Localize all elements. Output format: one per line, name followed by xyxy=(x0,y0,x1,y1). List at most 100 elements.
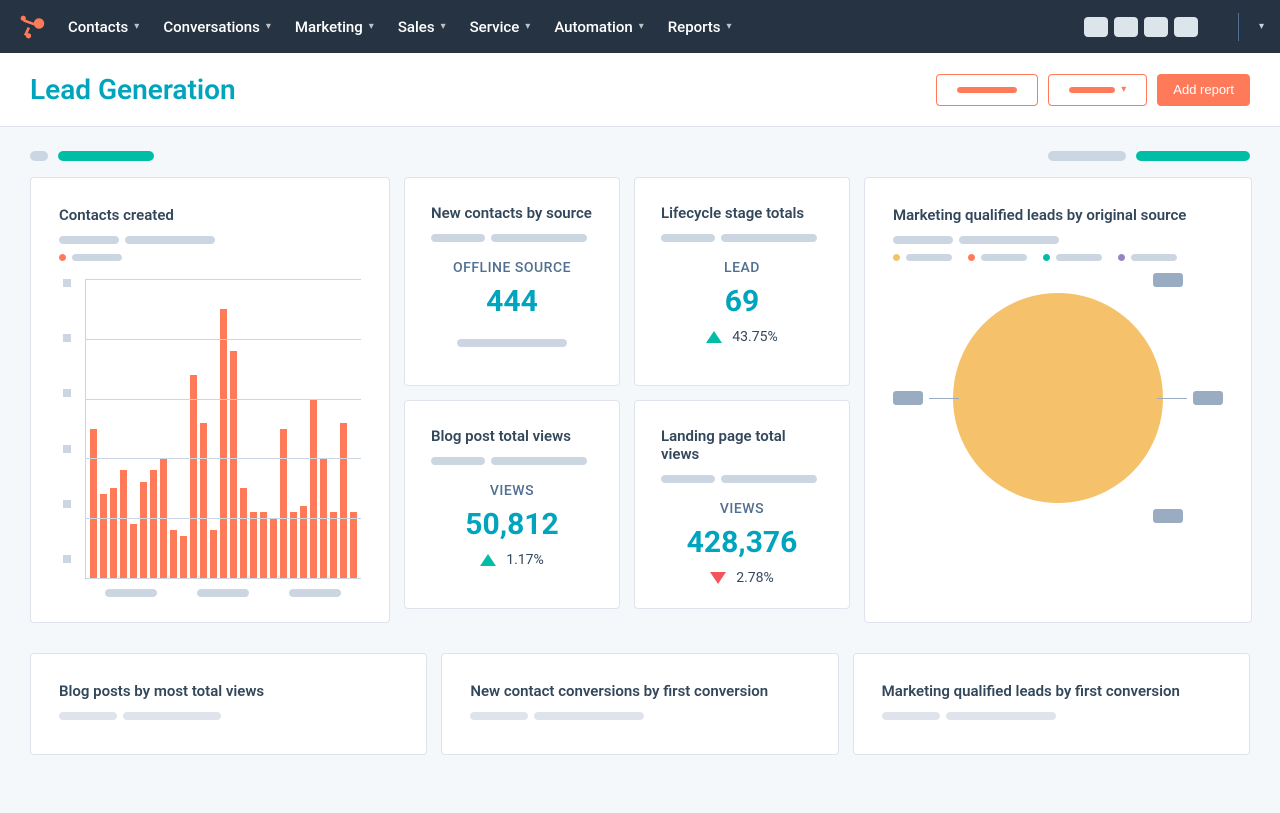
bar xyxy=(170,530,177,578)
nav-item-marketing[interactable]: Marketing▾ xyxy=(295,18,374,36)
card-subtitle-ph xyxy=(959,236,1059,244)
bar xyxy=(280,429,287,579)
topnav-divider xyxy=(1238,13,1239,41)
stat-value: 69 xyxy=(661,284,823,319)
filter-active[interactable] xyxy=(58,151,154,161)
card-subtitle-ph xyxy=(661,475,715,483)
card-subtitle-ph xyxy=(431,457,485,465)
card-title: Marketing qualified leads by original so… xyxy=(893,206,1223,224)
x-label-ph xyxy=(197,589,249,597)
nav-item-sales[interactable]: Sales▾ xyxy=(398,18,446,36)
filter-icon[interactable] xyxy=(30,151,48,161)
legend-dot-icon xyxy=(59,254,66,261)
bar xyxy=(240,488,247,578)
legend-dot-icon xyxy=(1043,254,1050,261)
toolbar-option-1[interactable] xyxy=(1048,151,1126,161)
nav-item-contacts[interactable]: Contacts▾ xyxy=(68,18,139,36)
card-subtitle-ph xyxy=(721,234,817,242)
card-new-contacts-by-source: New contacts by source OFFLINE SOURCE 44… xyxy=(404,177,620,386)
top-navbar: Contacts▾ Conversations▾ Marketing▾ Sales▾ S… xyxy=(0,0,1280,53)
chevron-down-icon: ▾ xyxy=(369,21,374,32)
pie-slice-label xyxy=(893,391,923,405)
card-subtitle-ph xyxy=(59,712,117,720)
dashboard-action-2[interactable]: ▾ xyxy=(1048,74,1147,106)
chevron-down-icon: ▾ xyxy=(525,21,530,32)
card-subtitle-ph xyxy=(534,712,644,720)
nav-item-reports[interactable]: Reports▾ xyxy=(668,18,732,36)
bar xyxy=(150,470,157,578)
stat-footer-ph xyxy=(457,339,567,347)
card-mql-by-first-conversion: Marketing qualified leads by first conve… xyxy=(853,653,1250,755)
bar xyxy=(250,512,257,578)
card-subtitle-ph xyxy=(721,475,817,483)
legend-dot-icon xyxy=(893,254,900,261)
topnav-button-1[interactable] xyxy=(1084,17,1108,37)
stat-value: 428,376 xyxy=(661,525,823,560)
legend-label-ph xyxy=(1131,254,1177,261)
chevron-down-icon: ▾ xyxy=(134,21,139,32)
topnav-button-4[interactable] xyxy=(1174,17,1198,37)
stat-label: OFFLINE SOURCE xyxy=(431,260,593,276)
hubspot-logo-icon[interactable] xyxy=(16,11,48,43)
legend-label-ph xyxy=(72,254,122,261)
card-contact-conversions-first: New contact conversions by first convers… xyxy=(441,653,838,755)
card-landing-page-views: Landing page total views VIEWS 428,376 2… xyxy=(634,400,850,609)
trend-up-icon xyxy=(480,554,496,566)
bar xyxy=(210,530,217,578)
card-title: New contact conversions by first convers… xyxy=(470,682,809,700)
legend-label-ph xyxy=(906,254,952,261)
pie-slice-label xyxy=(1193,391,1223,405)
card-subtitle-ph xyxy=(491,234,587,242)
account-menu-chevron-icon[interactable]: ▾ xyxy=(1259,21,1264,32)
topnav-button-3[interactable] xyxy=(1144,17,1168,37)
dashboard-action-1[interactable] xyxy=(936,74,1038,106)
pie-slice-label xyxy=(1153,273,1183,287)
card-title: Blog posts by most total views xyxy=(59,682,398,700)
stat-label: VIEWS xyxy=(431,483,593,499)
nav-item-automation[interactable]: Automation▾ xyxy=(554,18,643,36)
card-title: New contacts by source xyxy=(431,204,593,222)
page-title: Lead Generation xyxy=(30,73,236,106)
pie-slice-label xyxy=(1153,509,1183,523)
bar xyxy=(310,399,317,578)
card-subtitle-ph xyxy=(125,236,215,244)
card-subtitle-ph xyxy=(470,712,528,720)
card-title: Landing page total views xyxy=(661,427,823,463)
y-tick xyxy=(63,334,71,342)
card-title: Blog post total views xyxy=(431,427,593,445)
bar xyxy=(350,512,357,578)
legend-dot-icon xyxy=(968,254,975,261)
legend-item xyxy=(1043,254,1102,261)
card-subtitle-ph xyxy=(946,712,1056,720)
y-tick xyxy=(63,445,71,453)
card-lifecycle-stage: Lifecycle stage totals LEAD 69 43.75% xyxy=(634,177,850,386)
bar-chart xyxy=(59,279,361,579)
y-tick xyxy=(63,555,71,563)
trend-down-icon xyxy=(710,572,726,584)
add-report-button[interactable]: Add report xyxy=(1157,74,1250,106)
legend-label-ph xyxy=(981,254,1027,261)
bar xyxy=(220,309,227,578)
stat-label: VIEWS xyxy=(661,501,823,517)
card-title: Contacts created xyxy=(59,206,361,224)
bar xyxy=(300,506,307,578)
nav-item-service[interactable]: Service▾ xyxy=(470,18,531,36)
toolbar-option-2[interactable] xyxy=(1136,151,1250,161)
bar xyxy=(120,470,127,578)
bar xyxy=(290,512,297,578)
legend-item xyxy=(968,254,1027,261)
stat-value: 444 xyxy=(431,284,593,319)
bar xyxy=(190,375,197,578)
pie-chart xyxy=(893,293,1223,503)
card-subtitle-ph xyxy=(491,457,587,465)
bar xyxy=(100,494,107,578)
card-subtitle-ph xyxy=(431,234,485,242)
legend-label-ph xyxy=(1056,254,1102,261)
topnav-button-2[interactable] xyxy=(1114,17,1138,37)
card-title: Marketing qualified leads by first conve… xyxy=(882,682,1221,700)
bar xyxy=(130,524,137,578)
nav-item-conversations[interactable]: Conversations▾ xyxy=(163,18,271,36)
legend-dot-icon xyxy=(1118,254,1125,261)
stat-delta: 2.78% xyxy=(736,570,774,586)
y-tick xyxy=(63,279,71,287)
